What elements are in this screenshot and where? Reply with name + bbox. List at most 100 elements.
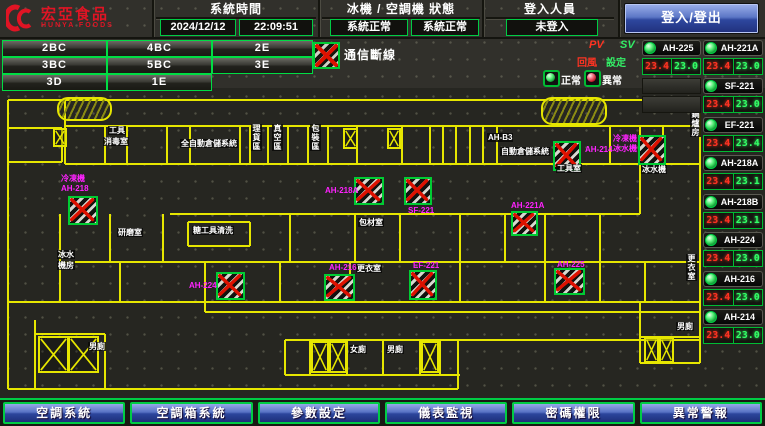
normal-label: 正常 — [561, 72, 581, 87]
room-label: 包材室 — [358, 218, 384, 227]
chiller-status-value: 系統正常 — [330, 19, 408, 36]
unit-plate-ah-225[interactable]: AH-225 — [642, 40, 701, 56]
header-divider — [318, 0, 320, 37]
unit-pv-value: 23.4 — [704, 251, 733, 266]
comm-error-label: 通信斷線 — [344, 46, 396, 63]
elevator-icon — [541, 97, 607, 125]
floor-button-1e[interactable]: 1E — [107, 74, 212, 91]
unit-sv-value: 23.0 — [734, 251, 763, 266]
unit-run-led-icon — [705, 119, 717, 131]
room-label: 糖工具清洗 — [192, 226, 234, 235]
unit-temps-ah-224: 23.423.0 — [703, 250, 763, 267]
unit-sv-value: 23.1 — [734, 213, 763, 228]
unit-sv-value: 23.0 — [734, 328, 763, 343]
room-label: 機房 — [57, 261, 75, 270]
stairs-icon — [329, 341, 347, 373]
unit-temps-sf-221: 23.423.0 — [703, 96, 763, 113]
equipment-label: AH-221A — [510, 201, 545, 210]
floor-button-5bc[interactable]: 5BC — [107, 57, 212, 74]
equipment-label: AH-218A — [324, 186, 359, 195]
equipment-label: AH-224 — [188, 281, 218, 290]
unit-run-led-icon — [705, 157, 717, 169]
room-label: 研磨室 — [117, 228, 143, 237]
stairs-icon — [659, 337, 674, 363]
floor-button-4bc[interactable]: 4BC — [107, 40, 212, 57]
unit-comm-error-icon[interactable] — [404, 177, 432, 205]
nav-ac-system-button[interactable]: 空調系統 — [3, 402, 125, 424]
unit-comm-error-icon[interactable] — [216, 272, 245, 300]
room-label: 更衣室 — [686, 254, 697, 281]
unit-comm-error-icon[interactable] — [409, 270, 437, 300]
equipment-label: 冷凍機 — [60, 174, 86, 183]
unit-comm-error-icon[interactable] — [638, 135, 666, 165]
room-label: 鍋爐房 — [690, 110, 701, 137]
unit-pv-value: 23.4 — [704, 328, 733, 343]
unit-run-led-icon — [644, 42, 656, 54]
logo-icon — [6, 3, 36, 33]
unit-pv-value: 23.4 — [704, 290, 733, 305]
unit-plate-sf-221[interactable]: SF-221 — [703, 78, 763, 94]
unit-plate-ef-221[interactable]: EF-221 — [703, 117, 763, 133]
equipment-label: AH-218 — [60, 184, 90, 193]
floor-button-2bc[interactable]: 2BC — [2, 40, 107, 57]
nav-password-permission-button[interactable]: 密碼權限 — [512, 402, 634, 424]
unit-run-led-icon — [705, 42, 717, 54]
room-label: 女廁 — [349, 345, 367, 354]
nav-ahu-system-button[interactable]: 空調箱系統 — [130, 402, 252, 424]
unit-temps-ef-221: 23.423.4 — [703, 135, 763, 152]
login-logout-button[interactable]: 登入/登出 — [624, 3, 759, 34]
unit-sv-value: 23.0 — [734, 290, 763, 305]
unit-pv-value: 23.4 — [704, 213, 733, 228]
pv-type-label: 回風 — [577, 54, 597, 69]
unit-plate-ah-216[interactable]: AH-216 — [703, 271, 763, 287]
room-label: 工具 — [108, 126, 126, 135]
unit-plate-ah-218a[interactable]: AH-218A — [703, 155, 763, 171]
room-label: 冰水 — [57, 250, 75, 259]
unit-name: AH-225 — [656, 43, 700, 53]
floor-button-3d[interactable]: 3D — [2, 74, 107, 91]
nav-parameter-settings-button[interactable]: 參數設定 — [258, 402, 380, 424]
ac-status-value: 系統正常 — [411, 19, 479, 36]
unit-name: AH-218B — [717, 197, 762, 207]
unit-comm-error-icon[interactable] — [554, 268, 585, 295]
room-label: 男廁 — [386, 345, 404, 354]
unit-sv-value: 23.0 — [734, 97, 763, 112]
abnormal-label: 異常 — [602, 72, 622, 87]
sv-type-label: 設定 — [606, 54, 626, 69]
empty-plate — [642, 96, 701, 113]
unit-run-led-icon — [705, 311, 717, 323]
unit-plate-ah-214[interactable]: AH-214 — [703, 309, 763, 325]
empty-plate — [642, 78, 701, 94]
floor-button-3bc[interactable]: 3BC — [2, 57, 107, 74]
unit-name: AH-224 — [717, 235, 762, 245]
room-label: 更衣室 — [356, 264, 382, 273]
unit-name: EF-221 — [717, 120, 762, 130]
unit-temps-ah-214: 23.423.0 — [703, 327, 763, 344]
elevator-icon — [57, 97, 112, 121]
login-status-value: 未登入 — [506, 19, 598, 36]
nav-meter-monitor-button[interactable]: 儀表監視 — [385, 402, 507, 424]
room-label: AH-B3 — [487, 133, 513, 142]
pv-header: PV — [589, 39, 604, 51]
sv-header: SV — [620, 39, 635, 51]
unit-name: AH-221A — [717, 43, 762, 53]
unit-plate-ah-218b[interactable]: AH-218B — [703, 194, 763, 210]
room-label: 真空區 — [272, 124, 283, 151]
equipment-label: AH-214 — [584, 145, 614, 154]
logo-text: 宏亞食品 — [41, 7, 114, 22]
unit-comm-error-icon[interactable] — [511, 211, 538, 236]
room-label: 包裝區 — [310, 124, 321, 151]
unit-comm-error-icon[interactable] — [324, 274, 355, 301]
unit-plate-ah-224[interactable]: AH-224 — [703, 232, 763, 248]
floor-button-2e[interactable]: 2E — [212, 40, 313, 57]
hmi-screen: 宏亞食品 HUNYA FOODS 系統時間 2024/12/12 22:09:5… — [0, 0, 765, 426]
equipment-label: EF-221 — [412, 261, 440, 270]
unit-comm-error-icon[interactable] — [68, 196, 98, 225]
room-label: 消毒室 — [103, 137, 129, 146]
unit-name: AH-218A — [717, 158, 762, 168]
floor-button-3e[interactable]: 3E — [212, 57, 313, 74]
nav-alarm-button[interactable]: 異常警報 — [640, 402, 762, 424]
unit-plate-ah-221a[interactable]: AH-221A — [703, 40, 763, 56]
bottom-nav-bar: 空調系統 空調箱系統 參數設定 儀表監視 密碼權限 異常警報 — [0, 398, 765, 426]
logo-subtext: HUNYA FOODS — [41, 22, 114, 30]
